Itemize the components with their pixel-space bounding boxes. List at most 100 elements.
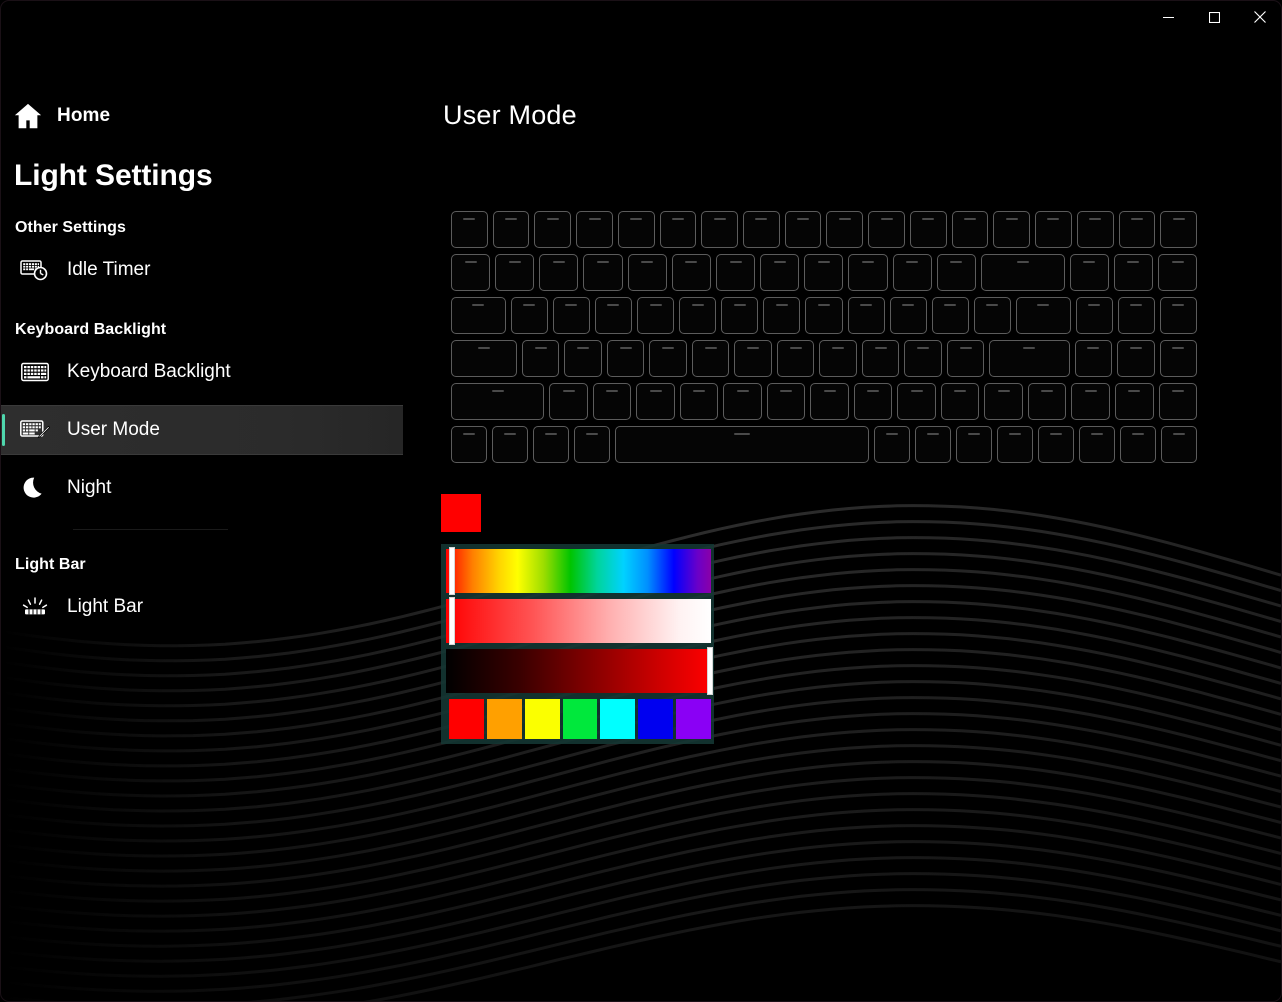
keyboard-key[interactable] [637, 297, 675, 334]
keyboard-key[interactable] [451, 383, 545, 420]
keyboard-key[interactable] [615, 426, 869, 463]
keyboard-key[interactable] [868, 211, 905, 248]
keyboard-key[interactable] [1119, 426, 1156, 463]
keyboard-key[interactable] [980, 254, 1065, 291]
color-preset-yellow[interactable] [524, 699, 560, 739]
keyboard-key[interactable] [451, 297, 506, 334]
keyboard-key[interactable] [993, 211, 1031, 248]
sidebar-item-user-mode[interactable]: User Mode [1, 405, 403, 455]
keyboard-key[interactable] [804, 254, 844, 291]
keyboard-key[interactable] [897, 383, 936, 420]
keyboard-key[interactable] [451, 254, 491, 291]
sidebar-item-night[interactable]: Night [1, 463, 403, 513]
keyboard-key[interactable] [873, 426, 910, 463]
keyboard-key[interactable] [671, 254, 711, 291]
keyboard-key[interactable] [861, 340, 900, 377]
keyboard-key[interactable] [492, 211, 530, 248]
keyboard-key[interactable] [743, 211, 780, 248]
keyboard-key[interactable] [853, 383, 893, 420]
keyboard-key[interactable] [940, 383, 980, 420]
keyboard-key[interactable] [701, 211, 739, 248]
keyboard-key[interactable] [627, 254, 667, 291]
keyboard-key[interactable] [594, 297, 632, 334]
keyboard-key[interactable] [1159, 297, 1197, 334]
keyboard-key[interactable] [533, 426, 570, 463]
color-preset-red[interactable] [449, 699, 484, 739]
keyboard-key[interactable] [892, 254, 932, 291]
sidebar-item-idle-timer[interactable]: Idle Timer [1, 245, 403, 295]
keyboard-key[interactable] [1035, 211, 1072, 248]
color-preset-violet[interactable] [676, 699, 712, 739]
keyboard-key[interactable] [723, 383, 762, 420]
hue-slider-thumb[interactable] [449, 547, 455, 595]
keyboard-key[interactable] [1074, 340, 1112, 377]
keyboard-key[interactable] [679, 297, 717, 334]
keyboard-key[interactable] [636, 383, 675, 420]
color-preset-orange[interactable] [486, 699, 522, 739]
keyboard-key[interactable] [564, 340, 602, 377]
keyboard-key[interactable] [734, 340, 772, 377]
keyboard-key[interactable] [989, 340, 1070, 377]
brightness-slider[interactable] [446, 647, 713, 695]
saturation-slider[interactable] [446, 597, 711, 645]
keyboard-key[interactable] [810, 383, 849, 420]
keyboard-key[interactable] [996, 426, 1033, 463]
keyboard-key[interactable] [1037, 426, 1074, 463]
saturation-slider-thumb[interactable] [449, 597, 455, 645]
keyboard-key[interactable] [451, 426, 488, 463]
keyboard-key[interactable] [819, 340, 857, 377]
keyboard-key[interactable] [510, 297, 548, 334]
keyboard-key[interactable] [1027, 383, 1067, 420]
keyboard-key[interactable] [955, 426, 992, 463]
minimize-button[interactable] [1145, 1, 1191, 33]
hue-slider[interactable] [446, 547, 711, 595]
keyboard-key[interactable] [1158, 383, 1198, 420]
color-preset-green[interactable] [562, 699, 598, 739]
brightness-slider-thumb[interactable] [707, 647, 713, 695]
keyboard-key[interactable] [592, 383, 632, 420]
keyboard-key[interactable] [847, 297, 885, 334]
keyboard-key[interactable] [784, 211, 822, 248]
home-nav-button[interactable]: Home [1, 93, 403, 139]
keyboard-key[interactable] [1117, 340, 1155, 377]
close-button[interactable] [1237, 1, 1281, 33]
keyboard-key[interactable] [1075, 297, 1113, 334]
keyboard-key[interactable] [848, 254, 888, 291]
keyboard-key[interactable] [715, 254, 756, 291]
keyboard-key[interactable] [889, 297, 927, 334]
keyboard-key[interactable] [576, 211, 613, 248]
keyboard-key[interactable] [1114, 383, 1154, 420]
keyboard-key[interactable] [574, 426, 611, 463]
keyboard-key[interactable] [973, 297, 1011, 334]
keyboard-key[interactable] [679, 383, 719, 420]
keyboard-key[interactable] [549, 383, 588, 420]
keyboard-key[interactable] [606, 340, 645, 377]
keyboard-key[interactable] [1078, 426, 1115, 463]
keyboard-key[interactable] [951, 211, 989, 248]
keyboard-key[interactable] [914, 426, 951, 463]
keyboard-key[interactable] [1069, 254, 1109, 291]
keyboard-key[interactable] [691, 340, 730, 377]
keyboard-key[interactable] [649, 340, 687, 377]
keyboard-key[interactable] [495, 254, 535, 291]
keyboard-key[interactable] [539, 254, 579, 291]
keyboard-key[interactable] [534, 211, 572, 248]
keyboard-key[interactable] [1015, 297, 1071, 334]
keyboard-key[interactable] [1071, 383, 1110, 420]
keyboard-key[interactable] [931, 297, 969, 334]
keyboard-key[interactable] [451, 340, 517, 377]
maximize-button[interactable] [1191, 1, 1237, 33]
keyboard-key[interactable] [763, 297, 801, 334]
sidebar-item-light-bar[interactable]: Light Bar [1, 582, 403, 632]
keyboard-key[interactable] [451, 211, 488, 248]
keyboard-key[interactable] [776, 340, 815, 377]
color-preset-blue[interactable] [638, 699, 674, 739]
keyboard-key[interactable] [805, 297, 843, 334]
keyboard-key[interactable] [521, 340, 560, 377]
keyboard-key[interactable] [721, 297, 759, 334]
keyboard-key[interactable] [1159, 340, 1197, 377]
keyboard-key[interactable] [552, 297, 590, 334]
keyboard-key[interactable] [904, 340, 942, 377]
sidebar-item-keyboard-backlight[interactable]: Keyboard Backlight [1, 347, 403, 397]
keyboard-key[interactable] [909, 211, 947, 248]
